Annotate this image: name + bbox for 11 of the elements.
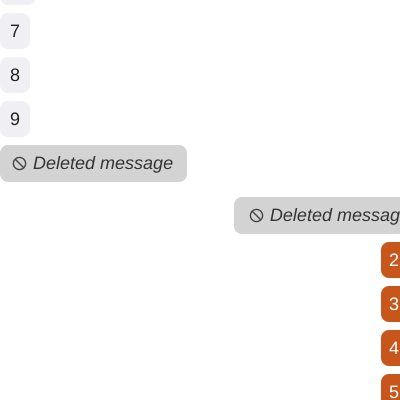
message-bubble: 8 [0,57,30,93]
deleted-message-text: Deleted message [33,152,174,175]
message-bubble: 7 [0,13,30,49]
deleted-message-text: Deleted messag [270,204,400,227]
message-bubble: 9 [0,101,30,137]
message-bubble: 4 [381,330,400,366]
prohibited-icon [12,156,27,171]
prohibited-icon [248,208,264,223]
message-bubble: 2 [381,242,400,278]
message-bubble: 5 [381,374,400,400]
message-bubble: 3 [381,286,400,322]
